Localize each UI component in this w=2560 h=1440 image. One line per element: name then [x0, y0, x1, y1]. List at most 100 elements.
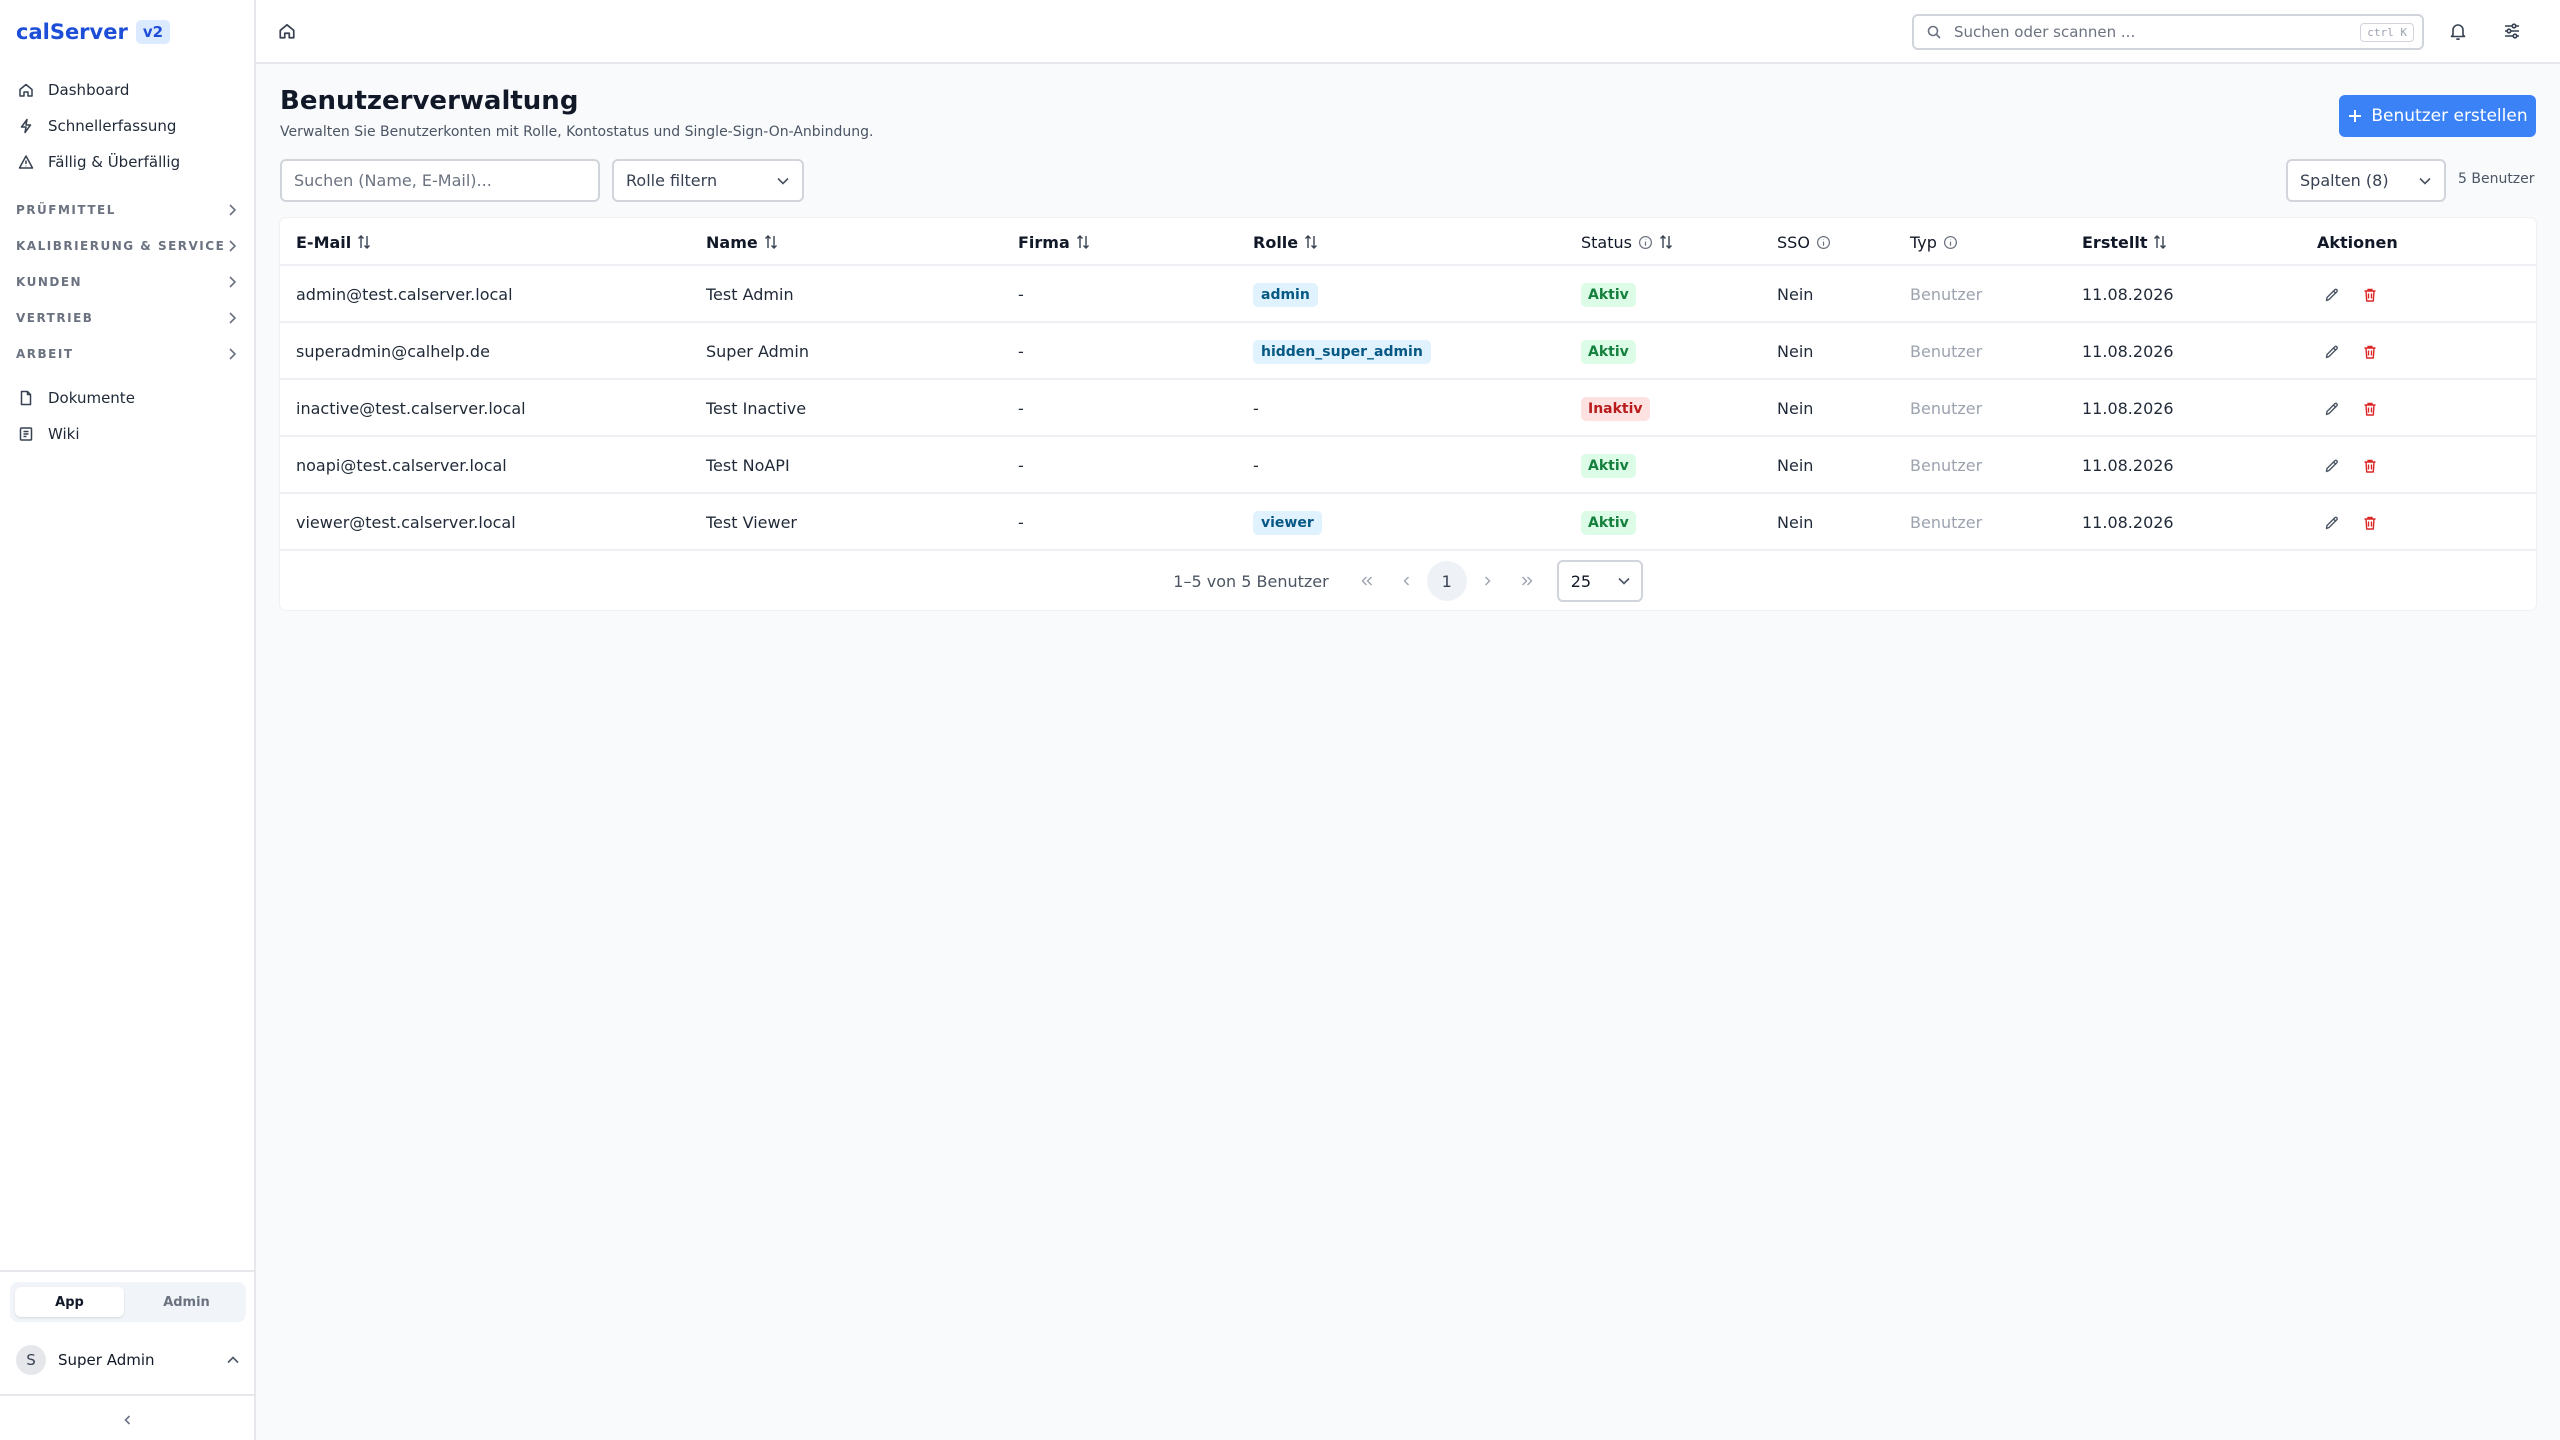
column-header-email[interactable]: E-Mail — [296, 218, 371, 266]
book-icon — [18, 426, 34, 442]
global-search-input[interactable] — [1954, 23, 2349, 41]
first-page-button[interactable] — [1347, 561, 1387, 601]
column-header-label: SSO — [1777, 232, 1810, 252]
home-icon — [18, 82, 34, 98]
column-header-status[interactable]: Status — [1581, 218, 1673, 266]
user-search-input[interactable] — [280, 159, 600, 202]
next-page-button[interactable] — [1467, 561, 1507, 601]
trash-icon[interactable] — [2362, 515, 2378, 531]
sidebar-group-arbeit[interactable]: ARBEIT — [0, 336, 256, 372]
edit-icon[interactable] — [2324, 287, 2340, 303]
table-row[interactable]: admin@test.calserver.local Test Admin - … — [280, 266, 2536, 323]
avatar: S — [16, 1345, 46, 1375]
trash-icon[interactable] — [2362, 401, 2378, 417]
sidebar-item-faellig[interactable]: Fällig & Überfällig — [0, 144, 256, 180]
cell-created: 11.08.2026 — [2082, 399, 2174, 418]
create-user-button[interactable]: Benutzer erstellen — [2339, 95, 2536, 137]
collapse-sidebar-button[interactable] — [118, 1410, 138, 1430]
cell-type: Benutzer — [1910, 513, 1983, 532]
previous-page-button[interactable] — [1387, 561, 1427, 601]
home-icon — [278, 22, 296, 40]
edit-icon[interactable] — [2324, 458, 2340, 474]
cell-company: - — [1018, 399, 1024, 418]
column-header-erstellt[interactable]: Erstellt — [2082, 218, 2167, 266]
role-badge: hidden_super_admin — [1253, 339, 1431, 364]
page-subtitle: Verwalten Sie Benutzerkonten mit Rolle, … — [280, 124, 874, 140]
sort-icon — [1304, 234, 1318, 250]
cell-company: - — [1018, 456, 1024, 475]
column-header-typ: Typ — [1910, 218, 1958, 266]
column-header-firma[interactable]: Firma — [1018, 218, 1090, 266]
tab-admin[interactable]: Admin — [132, 1287, 241, 1317]
table-row[interactable]: superadmin@calhelp.de Super Admin - hidd… — [280, 323, 2536, 380]
column-header-label: Aktionen — [2317, 232, 2398, 252]
status-badge: Aktiv — [1581, 510, 1636, 535]
column-header-name[interactable]: Name — [706, 218, 778, 266]
table-row[interactable]: viewer@test.calserver.local Test Viewer … — [280, 494, 2536, 551]
cell-email: inactive@test.calserver.local — [296, 399, 526, 418]
cell-name: Test Viewer — [706, 513, 797, 532]
sidebar-group-pruefmittel[interactable]: PRÜFMITTEL — [0, 192, 256, 228]
page-button-current[interactable]: 1 — [1426, 561, 1467, 601]
sidebar-item-label: Wiki — [48, 425, 80, 443]
chevron-right-icon — [226, 311, 238, 325]
trash-icon[interactable] — [2362, 287, 2378, 303]
sidebar-group-vertrieb[interactable]: VERTRIEB — [0, 300, 256, 336]
notifications-button[interactable] — [2448, 21, 2468, 41]
warning-icon — [18, 154, 34, 170]
sidebar-group-label: PRÜFMITTEL — [16, 203, 116, 217]
trash-icon[interactable] — [2362, 458, 2378, 474]
edit-icon[interactable] — [2324, 344, 2340, 360]
info-icon[interactable] — [1816, 235, 1831, 250]
cell-email: noapi@test.calserver.local — [296, 456, 507, 475]
plus-icon — [2347, 108, 2363, 124]
sidebar-group-kalibrierung[interactable]: KALIBRIERUNG & SERVICE — [0, 228, 256, 264]
cell-email: superadmin@calhelp.de — [296, 342, 490, 361]
cell-actions — [2324, 380, 2378, 437]
cell-status: Aktiv — [1581, 437, 1636, 494]
home-button[interactable] — [278, 22, 296, 40]
sidebar-item-schnellerfassung[interactable]: Schnellerfassung — [0, 108, 256, 144]
last-page-button[interactable] — [1507, 561, 1547, 601]
table-row[interactable]: inactive@test.calserver.local Test Inact… — [280, 380, 2536, 437]
sidebar-item-dokumente[interactable]: Dokumente — [0, 380, 256, 416]
edit-icon[interactable] — [2324, 515, 2340, 531]
cell-sso: Nein — [1777, 399, 1814, 418]
sidebar-group-kunden[interactable]: KUNDEN — [0, 264, 256, 300]
sidebar-item-wiki[interactable]: Wiki — [0, 416, 256, 452]
table-header: E-Mail Name Firma Rolle Status SSO Typ E… — [280, 218, 2536, 266]
sidebar-item-dashboard[interactable]: Dashboard — [0, 72, 256, 108]
edit-icon[interactable] — [2324, 401, 2340, 417]
sidebar: calServer v2 Dashboard Schnellerfassung … — [0, 0, 256, 1440]
settings-button[interactable] — [2502, 21, 2522, 41]
columns-select[interactable]: Spalten (8) — [2286, 159, 2446, 202]
cell-company: - — [1018, 513, 1024, 532]
shortcut-hint: ctrl K — [2360, 22, 2414, 42]
sidebar-item-label: Dokumente — [48, 389, 135, 407]
cell-status: Inaktiv — [1581, 380, 1650, 437]
chevron-right-icon — [226, 275, 238, 289]
info-icon[interactable] — [1638, 235, 1653, 250]
column-header-label: Status — [1581, 232, 1632, 252]
sidebar-footer: App Admin S Super Admin — [0, 1270, 256, 1440]
page-size-value: 25 — [1570, 571, 1592, 591]
table-row[interactable]: noapi@test.calserver.local Test NoAPI - … — [280, 437, 2536, 494]
users-table: E-Mail Name Firma Rolle Status SSO Typ E… — [280, 218, 2536, 610]
cell-actions — [2324, 266, 2378, 323]
bell-icon — [2448, 21, 2468, 41]
info-icon[interactable] — [1943, 235, 1958, 250]
trash-icon[interactable] — [2362, 344, 2378, 360]
sidebar-group-label: KALIBRIERUNG & SERVICE — [16, 239, 226, 253]
page-size-select[interactable]: 25 — [1556, 560, 1643, 602]
role-filter-select[interactable]: Rolle filtern — [612, 159, 804, 202]
chevron-right-icon — [226, 203, 238, 217]
column-header-rolle[interactable]: Rolle — [1253, 218, 1318, 266]
brand[interactable]: calServer v2 — [16, 18, 171, 46]
status-badge: Aktiv — [1581, 282, 1636, 307]
sort-icon — [2153, 234, 2167, 250]
role-badge: admin — [1253, 282, 1318, 307]
tab-app[interactable]: App — [15, 1287, 124, 1317]
sort-icon — [357, 234, 371, 250]
user-menu[interactable]: S Super Admin — [16, 1344, 240, 1376]
